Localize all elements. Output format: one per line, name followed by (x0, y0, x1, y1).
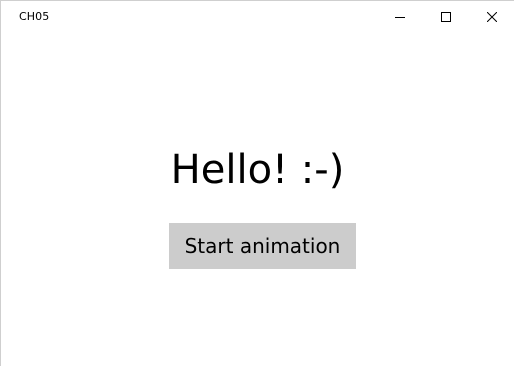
minimize-icon (395, 12, 405, 22)
maximize-icon (441, 12, 451, 22)
close-button[interactable] (469, 1, 514, 33)
greeting-text: Hello! :-) (170, 147, 345, 193)
maximize-button[interactable] (423, 1, 469, 33)
start-animation-button[interactable]: Start animation (169, 223, 356, 269)
window-title: CH05 (19, 10, 50, 23)
minimize-button[interactable] (377, 1, 423, 33)
title-bar[interactable]: CH05 (1, 1, 514, 33)
main-content: Hello! :-) Start animation (1, 33, 514, 366)
close-icon (487, 12, 497, 22)
app-window: CH05 Hello! :-) Start animation (0, 0, 514, 366)
